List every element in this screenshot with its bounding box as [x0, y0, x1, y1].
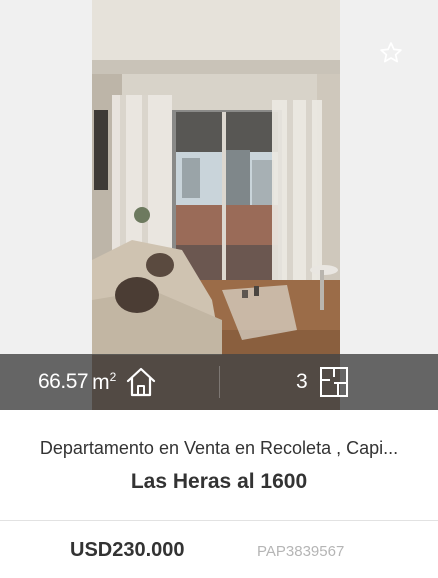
- listing-photo-area[interactable]: 66.57 m2 3: [0, 0, 438, 410]
- living-room-photo: [92, 0, 340, 410]
- area-value: 66.57: [38, 370, 89, 393]
- listing-footer: USD230.000 PAP3839567: [0, 521, 438, 578]
- listing-code: PAP3839567: [257, 543, 345, 560]
- house-outline-icon: [124, 365, 158, 399]
- listing-photo[interactable]: [92, 0, 340, 410]
- listing-address[interactable]: Las Heras al 1600: [14, 470, 424, 494]
- favorite-star-icon[interactable]: [378, 40, 404, 66]
- area-unit: m2: [92, 369, 117, 394]
- listing-card[interactable]: 66.57 m2 3 Departamento en Venta en Reco…: [0, 0, 438, 578]
- stats-bar: 66.57 m2 3: [0, 354, 438, 410]
- rooms-stat: 3: [296, 354, 350, 410]
- listing-price: USD230.000: [70, 539, 185, 561]
- listing-title[interactable]: Departamento en Venta en Recoleta , Capi…: [14, 438, 424, 459]
- rooms-value: 3: [296, 370, 308, 393]
- listing-info: Departamento en Venta en Recoleta , Capi…: [0, 410, 438, 520]
- area-stat: 66.57 m2: [38, 354, 158, 410]
- stats-divider: [219, 366, 220, 398]
- floorplan-icon: [318, 365, 350, 399]
